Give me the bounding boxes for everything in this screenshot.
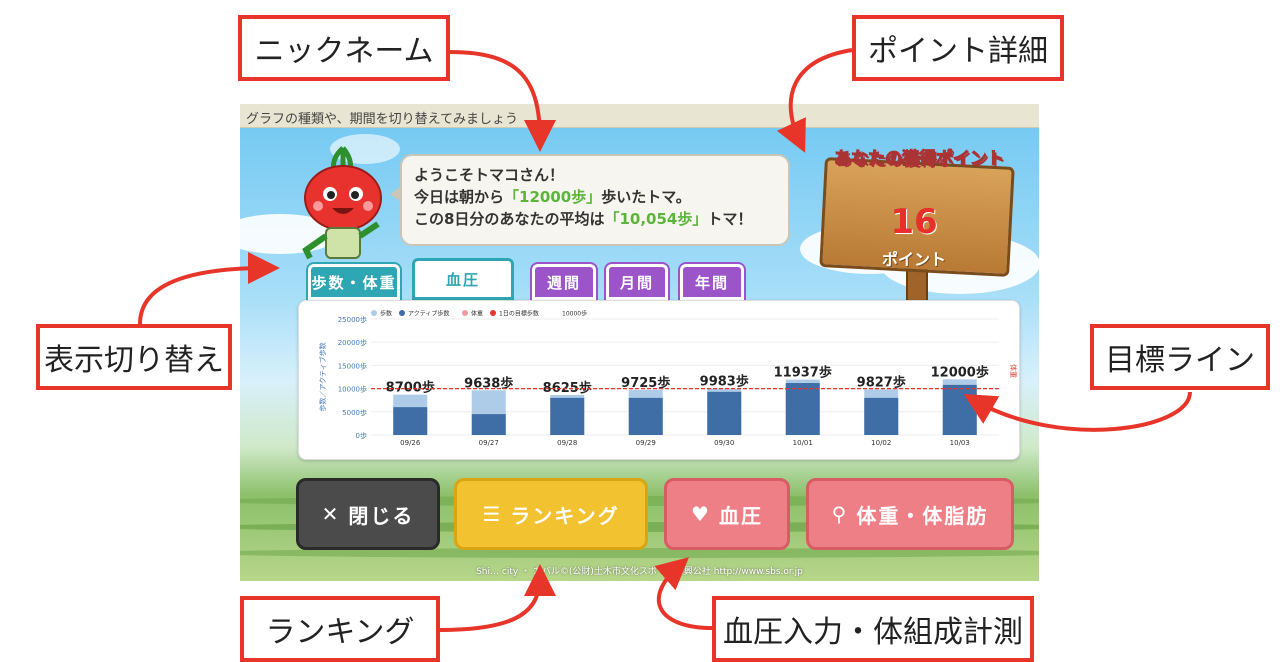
today-steps: 「12000歩」	[504, 188, 602, 206]
average-steps: 「10,054歩」	[604, 210, 708, 228]
legend-label: 体重	[471, 310, 483, 318]
callout-bp-body: 血圧入力・体組成計測	[712, 596, 1034, 662]
callout-ranking: ランキング	[240, 596, 440, 662]
x-tick-label: 09/26	[400, 439, 421, 447]
greeting-text: 歩いたトマ。	[601, 188, 691, 206]
ranking-button[interactable]: ☰ ランキング	[454, 478, 648, 550]
x-tick-label: 09/30	[714, 439, 734, 447]
legend-label: 10000歩	[562, 310, 587, 318]
x-tick-label: 09/28	[557, 439, 577, 447]
tab-blood-pressure[interactable]: 血圧	[412, 258, 514, 300]
data-label: 11937歩	[774, 365, 832, 381]
arrow-ranking	[439, 564, 556, 632]
tab-month[interactable]: 月間	[606, 264, 668, 300]
heart-icon: ♥	[691, 502, 711, 526]
callout-nickname: ニックネーム	[238, 15, 450, 81]
callout-nickname-text: ニックネーム	[254, 34, 434, 69]
y-tick-label: 0歩	[356, 431, 367, 440]
x-tick-label: 10/03	[950, 439, 970, 447]
points-unit: ポイント	[881, 250, 946, 269]
legend-marker	[462, 310, 468, 316]
x-tick-label: 10/02	[871, 439, 891, 447]
legend-label: 歩数	[380, 310, 392, 318]
callout-target-line: 目標ライン	[1090, 324, 1270, 390]
bar-active-steps	[471, 414, 506, 435]
bar-active-steps	[864, 397, 899, 435]
x-tick-label: 09/29	[636, 439, 656, 447]
callout-display-switch-text: 表示切り替え	[44, 343, 224, 378]
close-icon: ✕	[321, 502, 341, 526]
points-value: 16	[890, 202, 938, 242]
bar-active-steps	[550, 397, 585, 435]
hint-bar: グラフの種類や、期間を切り替えてみましょう	[240, 104, 1039, 128]
x-tick-label: 10/01	[793, 439, 813, 447]
tomato-mascot	[288, 140, 398, 270]
weight-button[interactable]: ⚲ 体重・体脂肪	[806, 478, 1014, 550]
greeting-bubble: ようこそトマコさん！ 今日は朝から「12000歩」歩いたトマ。 この8日分のあな…	[400, 154, 790, 246]
y-tick-label: 20000歩	[338, 338, 367, 347]
tab-label: 年間	[694, 273, 729, 292]
callout-target-line-text: 目標ライン	[1105, 343, 1255, 378]
legend-label: 1日の目標歩数	[499, 310, 539, 318]
greeting-text: 今日は朝から	[414, 188, 505, 206]
tab-label: 月間	[619, 273, 654, 292]
close-button-label: 閉じる	[348, 503, 415, 528]
steps-chart: 歩数 アクティブ歩数 体重 1日の目標歩数 10000歩25000歩20000歩1500…	[318, 310, 1018, 448]
y-axis-label: 歩数／アクティブ歩数	[318, 342, 327, 411]
ranking-button-label: ランキング	[510, 503, 620, 528]
x-tick-label: 09/27	[479, 439, 499, 447]
tab-year[interactable]: 年間	[680, 264, 744, 300]
bar-active-steps	[942, 384, 977, 435]
tab-label: 週間	[546, 273, 581, 292]
y-tick-label: 15000歩	[338, 361, 367, 370]
greeting-line-1: ようこそトマコさん！	[414, 166, 565, 184]
close-button[interactable]: ✕ 閉じる	[296, 478, 440, 550]
weight-button-label: 体重・体脂肪	[856, 503, 989, 528]
bar-active-steps	[628, 397, 663, 435]
y-tick-label: 5000歩	[342, 408, 367, 417]
callout-bp-body-text: 血圧入力・体組成計測	[723, 615, 1023, 650]
data-label: 9983歩	[700, 374, 749, 390]
y-tick-label: 10000歩	[338, 385, 367, 394]
right-axis-label: 体重	[1009, 364, 1018, 378]
person-icon: ⚲	[831, 502, 849, 526]
greeting-text: この8日分のあなたの平均は	[414, 210, 605, 228]
app-window: グラフの種類や、期間を切り替えてみましょう ようこそトマコさん！ 今日は朝から「…	[240, 104, 1039, 581]
greeting-line-3: この8日分のあなたの平均は「10,054歩」トマ！	[414, 208, 776, 230]
legend-marker	[399, 310, 405, 316]
steps-chart-panel: 歩数 アクティブ歩数 体重 1日の目標歩数 10000歩 25000歩 20000歩 1500…	[298, 300, 1020, 460]
data-label: 12000歩	[931, 364, 989, 380]
tab-label: 血圧	[445, 270, 480, 289]
callout-point-detail: ポイント詳細	[852, 15, 1064, 81]
points-title: あなたの獲得ポイント	[834, 149, 1005, 170]
greeting-line-2: 今日は朝から「12000歩」歩いたトマ。	[414, 186, 776, 208]
bar-active-steps	[393, 407, 428, 435]
legend-marker	[490, 310, 496, 316]
tab-label: 歩数・体重	[311, 273, 397, 292]
bar-active-steps	[707, 391, 742, 435]
callout-point-detail-text: ポイント詳細	[868, 34, 1048, 69]
bp-button-label: 血圧	[718, 503, 763, 528]
blood-pressure-button[interactable]: ♥ 血圧	[664, 478, 790, 550]
tab-steps-weight[interactable]: 歩数・体重	[308, 264, 400, 300]
tab-week[interactable]: 週間	[532, 264, 596, 300]
y-tick-label: 25000歩	[338, 315, 367, 324]
footer-copyright: Shi… city ・ カバル©(公財)土木市文化スポー…振興公社 http:/…	[476, 567, 803, 577]
list-icon: ☰	[482, 502, 503, 526]
callout-display-switch: 表示切り替え	[36, 324, 232, 390]
greeting-text: トマ！	[707, 210, 753, 228]
legend-marker	[371, 310, 377, 316]
bar-active-steps	[785, 383, 820, 435]
legend-label: アクティブ歩数	[408, 310, 449, 318]
data-label: 8625歩	[543, 380, 592, 396]
data-label: 8700歩	[386, 380, 435, 396]
callout-ranking-text: ランキング	[265, 615, 415, 650]
